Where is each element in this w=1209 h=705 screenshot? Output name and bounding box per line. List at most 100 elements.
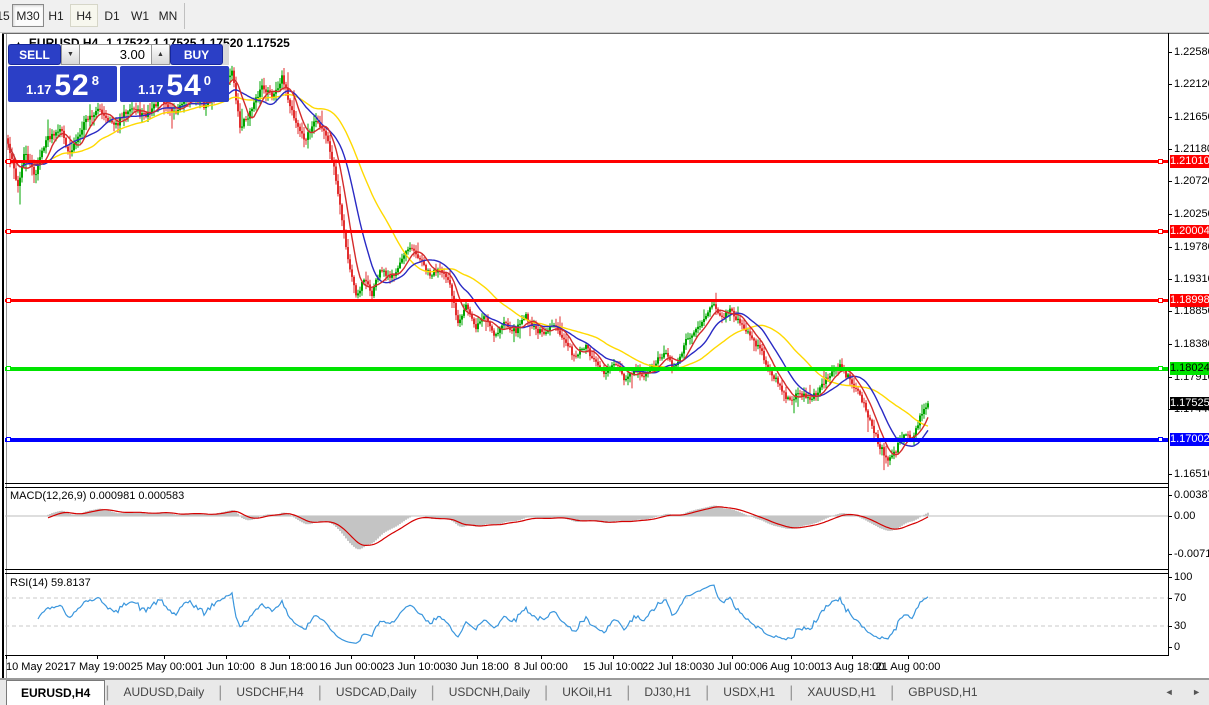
tab-dj30-h1[interactable]: DJ30,H1 xyxy=(630,680,705,705)
line-price-label: 1.20004 xyxy=(1170,225,1209,238)
tab-scroll-arrows: ◄ ► xyxy=(1149,679,1201,705)
time-label: 17 May 19:00 xyxy=(64,661,131,673)
main-panel-bottom-border xyxy=(5,483,1169,484)
price-tick-mark xyxy=(1168,279,1172,280)
line-price-label: 1.21010 xyxy=(1170,155,1209,168)
rsi-tick-mark xyxy=(1168,626,1172,627)
time-tick-mark xyxy=(226,655,227,659)
price-tick-mark xyxy=(1168,52,1172,53)
tab-audusd-daily[interactable]: AUDUSD,Daily xyxy=(110,680,219,705)
rsi-axis-label: 70 xyxy=(1174,592,1186,604)
macd-tick-mark xyxy=(1168,516,1172,517)
horizontal-line-1.18024[interactable] xyxy=(5,367,1168,371)
buy-price-small: 1.17 xyxy=(138,80,163,100)
line-price-label: 1.17002 xyxy=(1170,433,1209,446)
horizontal-line-1.17002[interactable] xyxy=(5,438,1168,442)
time-tick-mark xyxy=(414,655,415,659)
horizontal-line-1.18998[interactable] xyxy=(5,299,1168,302)
buy-button[interactable]: BUY xyxy=(170,44,223,65)
price-tick-label: 1.19310 xyxy=(1174,273,1209,285)
tab-scroll-right-icon[interactable]: ► xyxy=(1192,687,1201,697)
price-tick-label: 1.21180 xyxy=(1174,143,1209,155)
line-handle-right[interactable] xyxy=(1158,298,1163,303)
time-tick-mark xyxy=(852,655,853,659)
tab-usdx-h1[interactable]: USDX,H1 xyxy=(709,680,789,705)
line-handle-right[interactable] xyxy=(1158,229,1163,234)
line-handle-left[interactable] xyxy=(6,366,11,371)
timeframe-button-w1[interactable]: W1 xyxy=(126,4,154,27)
time-tick-mark xyxy=(97,655,98,659)
timeframe-button-m30[interactable]: M30 xyxy=(12,4,44,27)
tab-usdcad-daily[interactable]: USDCAD,Daily xyxy=(322,680,431,705)
price-tick-mark xyxy=(1168,149,1172,150)
rsi-panel-bottom-border xyxy=(5,655,1169,656)
timeframe-button-d1[interactable]: D1 xyxy=(98,4,126,27)
time-label: 21 Aug 00:00 xyxy=(876,661,941,673)
rsi-indicator-label: RSI(14) 59.8137 xyxy=(10,577,91,589)
time-label: 16 Jun 00:00 xyxy=(319,661,383,673)
tab-usdcnh-daily[interactable]: USDCNH,Daily xyxy=(435,680,544,705)
timeframe-button-mn[interactable]: MN xyxy=(154,4,182,27)
line-handle-right[interactable] xyxy=(1158,159,1163,164)
chart-tab-bar: EURUSD,H4|AUDUSD,Daily|USDCHF,H4|USDCAD,… xyxy=(0,679,1209,705)
macd-axis-label: 0.003873 xyxy=(1174,489,1209,501)
price-tick-label: 1.16510 xyxy=(1174,468,1209,480)
price-tick-label: 1.20250 xyxy=(1174,208,1209,220)
timeframe-toolbar: 15M30H1H4D1W1MN xyxy=(0,0,1209,33)
horizontal-line-1.21010[interactable] xyxy=(5,160,1168,163)
tab-usdchf-h4[interactable]: USDCHF,H4 xyxy=(222,680,317,705)
horizontal-line-1.20004[interactable] xyxy=(5,230,1168,233)
rsi-axis-label: 100 xyxy=(1174,571,1192,583)
tab-xauusd-h1[interactable]: XAUUSD,H1 xyxy=(793,680,890,705)
time-label: 23 Jun 10:00 xyxy=(382,661,446,673)
line-handle-left[interactable] xyxy=(6,298,11,303)
price-tick-mark xyxy=(1168,181,1172,182)
time-label: 8 Jun 18:00 xyxy=(260,661,318,673)
price-tick-label: 1.22120 xyxy=(1174,78,1209,90)
rsi-plot[interactable] xyxy=(5,574,1168,655)
price-tick-mark xyxy=(1168,84,1172,85)
tab-gbpusd-h1[interactable]: GBPUSD,H1 xyxy=(894,680,991,705)
volume-increase-button[interactable]: ▲ xyxy=(151,44,170,65)
rsi-axis-label: 0 xyxy=(1174,641,1180,653)
price-tick-label: 1.20720 xyxy=(1174,175,1209,187)
line-handle-right[interactable] xyxy=(1158,437,1163,442)
time-tick-mark xyxy=(6,655,7,659)
time-tick-mark xyxy=(672,655,673,659)
rsi-tick-mark xyxy=(1168,647,1172,648)
buy-price-button[interactable]: 1.17 54 0 xyxy=(120,66,229,102)
macd-panel-bottom-border xyxy=(5,569,1169,570)
sell-price-button[interactable]: 1.17 52 8 xyxy=(8,66,117,102)
time-tick-mark xyxy=(908,655,909,659)
time-tick-mark xyxy=(541,655,542,659)
line-handle-right[interactable] xyxy=(1158,366,1163,371)
line-handle-left[interactable] xyxy=(6,159,11,164)
sell-button[interactable]: SELL xyxy=(8,44,61,65)
line-price-label: 1.18024 xyxy=(1170,362,1209,375)
time-label: 8 Jul 00:00 xyxy=(514,661,568,673)
timeframe-button-h4[interactable]: H4 xyxy=(70,4,98,27)
timeframe-button-h1[interactable]: H1 xyxy=(42,4,70,27)
time-tick-mark xyxy=(732,655,733,659)
chart-window-border xyxy=(2,33,4,678)
time-label: 22 Jul 18:00 xyxy=(642,661,702,673)
time-tick-mark xyxy=(289,655,290,659)
volume-input[interactable]: 3.00 xyxy=(80,44,151,65)
time-label: 25 May 00:00 xyxy=(131,661,198,673)
tab-ukoil-h1[interactable]: UKOil,H1 xyxy=(548,680,626,705)
rsi-tick-mark xyxy=(1168,598,1172,599)
price-tick-label: 1.19780 xyxy=(1174,241,1209,253)
mt4-window: 15M30H1H4D1W1MN ▲EURUSD,H41.17522 1.1752… xyxy=(0,0,1209,705)
line-handle-left[interactable] xyxy=(6,437,11,442)
time-label: 15 Jul 10:00 xyxy=(583,661,643,673)
time-label: 10 May 2021 xyxy=(6,661,70,673)
tab-eurusd-h4[interactable]: EURUSD,H4 xyxy=(6,680,105,705)
volume-decrease-button[interactable]: ▼ xyxy=(61,44,80,65)
time-tick-mark xyxy=(613,655,614,659)
time-label: 6 Aug 10:00 xyxy=(762,661,821,673)
line-handle-left[interactable] xyxy=(6,229,11,234)
toolbar-separator xyxy=(184,3,185,29)
tab-scroll-left-icon[interactable]: ◄ xyxy=(1165,687,1174,697)
rsi-tick-mark xyxy=(1168,577,1172,578)
time-tick-mark xyxy=(477,655,478,659)
